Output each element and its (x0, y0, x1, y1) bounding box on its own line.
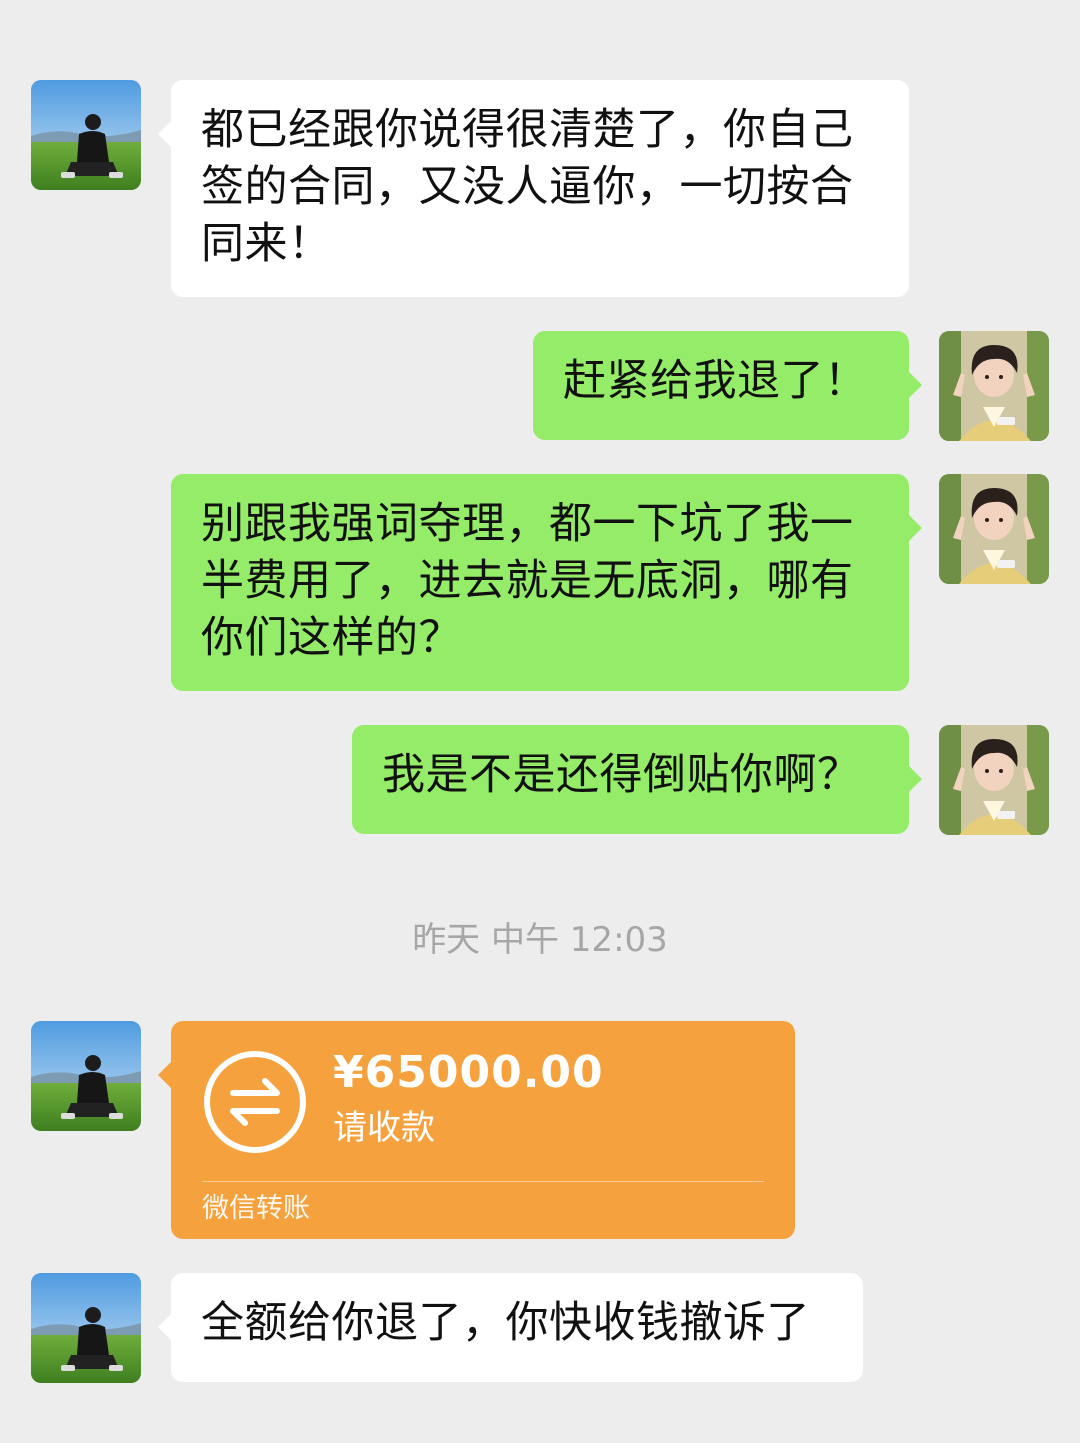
transfer-arrows-icon (204, 1051, 306, 1153)
transfer-amount: ¥65000.00 (333, 1047, 604, 1098)
message-text: 我是不是还得倒贴你啊？ (382, 750, 861, 800)
transfer-footer-label: 微信转账 (202, 1193, 310, 1224)
contact-avatar[interactable] (31, 80, 141, 190)
my-avatar[interactable] (939, 725, 1049, 835)
incoming-message[interactable]: 都已经跟你说得很清楚了，你自己签的合同，又没人逼你，一切按合同来！ (158, 80, 909, 297)
divider (202, 1181, 764, 1182)
outgoing-message[interactable]: 赶紧给我退了！ (533, 331, 922, 440)
message-text: 全额给你退了，你快收钱撤诉了 (201, 1298, 810, 1348)
outgoing-message[interactable]: 别跟我强词夺理，都一下坑了我一半费用了，进去就是无底洞，哪有你们这样的？ (171, 474, 922, 691)
message-text: 赶紧给我退了！ (563, 356, 868, 406)
transfer-card[interactable]: ¥65000.00 请收款 微信转账 (158, 1021, 795, 1239)
outgoing-message[interactable]: 我是不是还得倒贴你啊？ (352, 725, 922, 834)
message-text: 别跟我强词夺理，都一下坑了我一半费用了，进去就是无底洞，哪有你们这样的？ (201, 499, 854, 663)
my-avatar[interactable] (939, 331, 1049, 441)
incoming-message[interactable]: 全额给你退了，你快收钱撤诉了 (158, 1273, 863, 1382)
my-avatar[interactable] (939, 474, 1049, 584)
transfer-status: 请收款 (333, 1108, 435, 1148)
contact-avatar[interactable] (31, 1021, 141, 1131)
contact-avatar[interactable] (31, 1273, 141, 1383)
message-text: 都已经跟你说得很清楚了，你自己签的合同，又没人逼你，一切按合同来！ (201, 105, 854, 269)
message-timestamp: 昨天 中午 12:03 (412, 920, 668, 960)
